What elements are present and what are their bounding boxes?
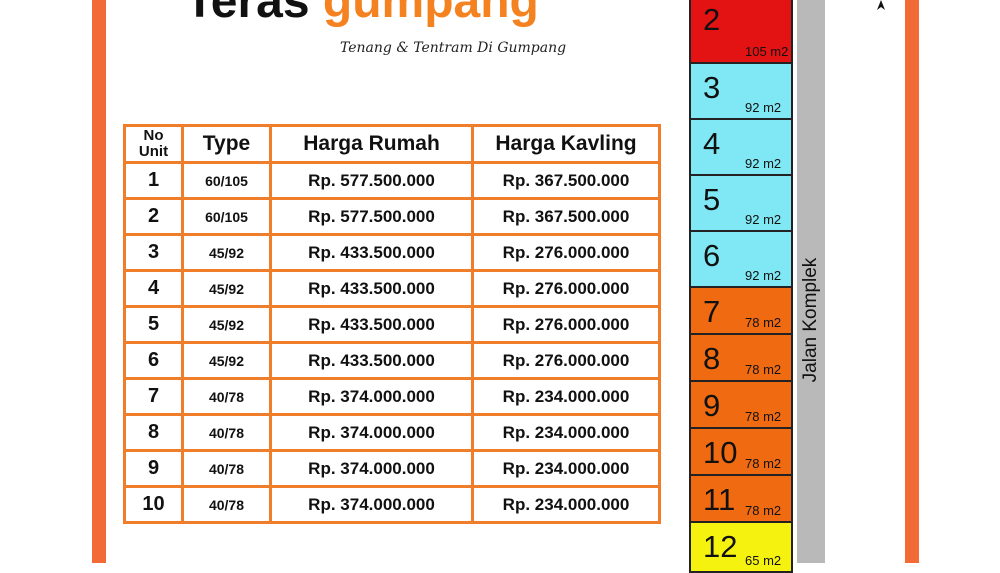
cell-no: 1 xyxy=(123,161,184,200)
cell-no: 6 xyxy=(123,341,184,380)
table-row: 5 45/92 Rp. 433.500.000 Rp. 276.000.000 xyxy=(123,305,661,344)
cell-harga-rumah: Rp. 374.000.000 xyxy=(269,449,474,488)
lot-4: 4 92 m2 xyxy=(689,118,793,176)
cell-harga-kavling: Rp. 234.000.000 xyxy=(471,485,661,524)
lot-area: 92 m2 xyxy=(745,268,782,283)
cell-type: 45/92 xyxy=(181,233,272,272)
cell-no: 5 xyxy=(123,305,184,344)
lot-number: 4 xyxy=(703,126,721,161)
cell-type: 45/92 xyxy=(181,305,272,344)
cell-harga-kavling: Rp. 234.000.000 xyxy=(471,413,661,452)
header-no-unit: No Unit xyxy=(123,124,184,164)
header-no-line1: No xyxy=(143,127,164,144)
table-row: 3 45/92 Rp. 433.500.000 Rp. 276.000.000 xyxy=(123,233,661,272)
left-frame-border xyxy=(92,0,106,563)
cell-no: 8 xyxy=(123,413,184,452)
cell-harga-kavling: Rp. 234.000.000 xyxy=(471,449,661,488)
price-table: No Unit Type Harga Rumah Harga Kavling 1… xyxy=(123,124,661,524)
lot-area: 78 m2 xyxy=(745,456,782,471)
cell-type: 40/78 xyxy=(181,377,272,416)
lot-area: 78 m2 xyxy=(745,503,782,518)
cell-type: 45/92 xyxy=(181,269,272,308)
cell-harga-rumah: Rp. 433.500.000 xyxy=(269,233,474,272)
lot-3: 3 92 m2 xyxy=(689,62,793,120)
table-row: 8 40/78 Rp. 374.000.000 Rp. 234.000.000 xyxy=(123,413,661,452)
cell-type: 60/105 xyxy=(181,197,272,236)
cell-harga-kavling: Rp. 276.000.000 xyxy=(471,305,661,344)
lot-area: 78 m2 xyxy=(745,362,782,377)
price-table-header-row: No Unit Type Harga Rumah Harga Kavling xyxy=(123,124,661,164)
cell-harga-rumah: Rp. 374.000.000 xyxy=(269,485,474,524)
cell-harga-rumah: Rp. 433.500.000 xyxy=(269,305,474,344)
cell-harga-kavling: Rp. 276.000.000 xyxy=(471,341,661,380)
brand-title: Teras gumpang xyxy=(185,0,539,26)
lot-number: 5 xyxy=(703,182,721,217)
lot-number: 2 xyxy=(703,2,721,37)
lot-11: 11 78 m2 xyxy=(689,474,793,523)
cell-no: 10 xyxy=(123,485,184,524)
lot-number: 10 xyxy=(703,435,738,470)
header-harga-kavling: Harga Kavling xyxy=(471,124,661,164)
cell-harga-rumah: Rp. 433.500.000 xyxy=(269,341,474,380)
cell-no: 7 xyxy=(123,377,184,416)
lot-number: 6 xyxy=(703,238,721,273)
cell-harga-rumah: Rp. 374.000.000 xyxy=(269,413,474,452)
lot-2: 2 105 m2 xyxy=(689,0,793,64)
lot-number: 7 xyxy=(703,294,721,329)
cell-harga-kavling: Rp. 276.000.000 xyxy=(471,233,661,272)
road-label: Jalan Komplek xyxy=(800,257,821,383)
lot-number: 8 xyxy=(703,341,721,376)
header-no-line2: Unit xyxy=(138,143,169,160)
lot-number: 9 xyxy=(703,388,721,423)
lot-8: 8 78 m2 xyxy=(689,333,793,382)
brand-word-teras: Teras xyxy=(185,0,310,28)
lot-7: 7 78 m2 xyxy=(689,286,793,335)
table-row: 4 45/92 Rp. 433.500.000 Rp. 276.000.000 xyxy=(123,269,661,308)
lot-10: 10 78 m2 xyxy=(689,427,793,476)
lot-9: 9 78 m2 xyxy=(689,380,793,429)
table-row: 9 40/78 Rp. 374.000.000 Rp. 234.000.000 xyxy=(123,449,661,488)
lot-area: 92 m2 xyxy=(745,156,782,171)
lot-number: 12 xyxy=(703,529,738,564)
lot-area: 78 m2 xyxy=(745,315,782,330)
lot-area: 78 m2 xyxy=(745,409,782,424)
lot-area: 92 m2 xyxy=(745,212,782,227)
north-arrow-icon xyxy=(877,0,885,10)
lot-6: 6 92 m2 xyxy=(689,230,793,288)
cell-harga-kavling: Rp. 367.500.000 xyxy=(471,161,661,200)
lot-area: 92 m2 xyxy=(745,100,782,115)
cell-harga-kavling: Rp. 276.000.000 xyxy=(471,269,661,308)
cell-no: 2 xyxy=(123,197,184,236)
header-type: Type xyxy=(181,124,272,164)
cell-no: 9 xyxy=(123,449,184,488)
lot-area: 105 m2 xyxy=(745,44,789,59)
cell-type: 40/78 xyxy=(181,413,272,452)
lot-5: 5 92 m2 xyxy=(689,174,793,232)
cell-no: 3 xyxy=(123,233,184,272)
cell-type: 60/105 xyxy=(181,161,272,200)
tagline: Tenang & Tentram Di Gumpang xyxy=(340,40,567,56)
cell-harga-rumah: Rp. 433.500.000 xyxy=(269,269,474,308)
cell-harga-kavling: Rp. 367.500.000 xyxy=(471,197,661,236)
cell-no: 4 xyxy=(123,269,184,308)
cell-type: 40/78 xyxy=(181,485,272,524)
table-row: 10 40/78 Rp. 374.000.000 Rp. 234.000.000 xyxy=(123,485,661,524)
cell-type: 45/92 xyxy=(181,341,272,380)
right-frame-border xyxy=(905,0,919,563)
cell-type: 40/78 xyxy=(181,449,272,488)
cell-harga-rumah: Rp. 577.500.000 xyxy=(269,161,474,200)
brand-word-gumpang: gumpang xyxy=(322,0,539,28)
header-harga-rumah: Harga Rumah xyxy=(269,124,474,164)
lot-12: 12 65 m2 xyxy=(689,521,793,573)
lot-number: 3 xyxy=(703,70,721,105)
table-row: 6 45/92 Rp. 433.500.000 Rp. 276.000.000 xyxy=(123,341,661,380)
lot-area: 65 m2 xyxy=(745,553,782,568)
cell-harga-kavling: Rp. 234.000.000 xyxy=(471,377,661,416)
table-row: 2 60/105 Rp. 577.500.000 Rp. 367.500.000 xyxy=(123,197,661,236)
cell-harga-rumah: Rp. 374.000.000 xyxy=(269,377,474,416)
cell-harga-rumah: Rp. 577.500.000 xyxy=(269,197,474,236)
table-row: 7 40/78 Rp. 374.000.000 Rp. 234.000.000 xyxy=(123,377,661,416)
table-row: 1 60/105 Rp. 577.500.000 Rp. 367.500.000 xyxy=(123,161,661,200)
lot-number: 11 xyxy=(703,482,736,517)
